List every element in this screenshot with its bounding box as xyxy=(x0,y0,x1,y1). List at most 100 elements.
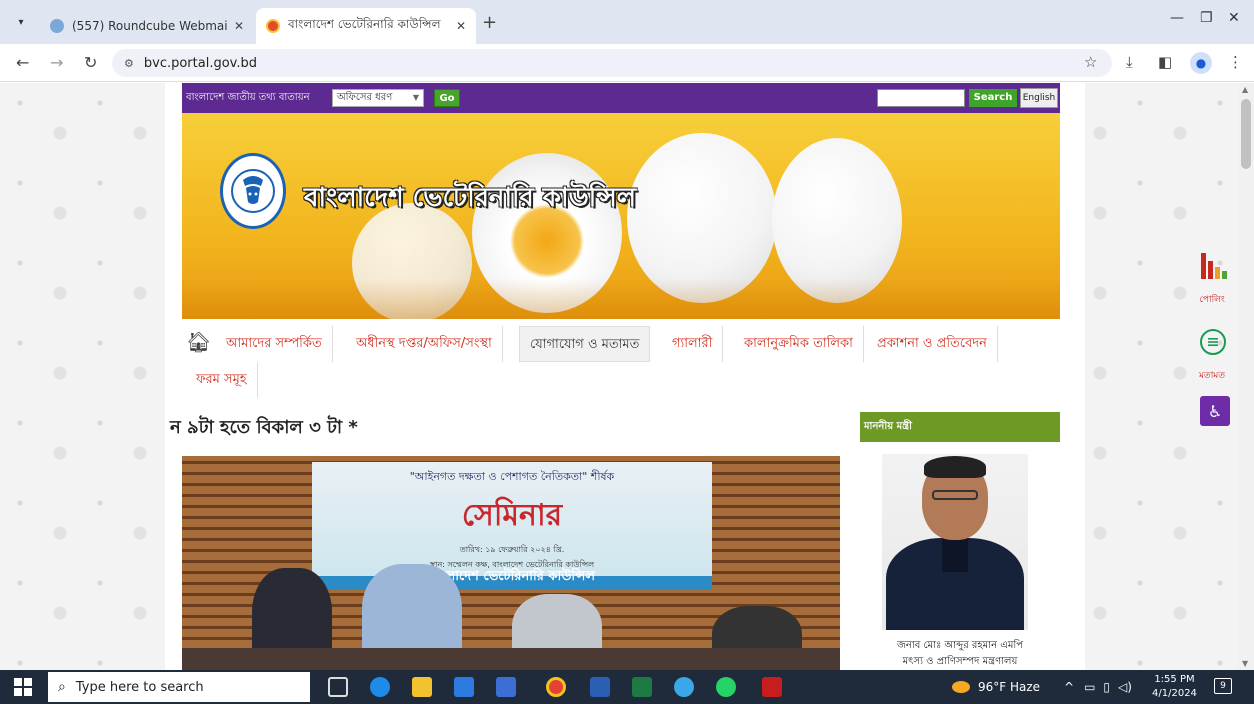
nav-forms[interactable]: ফরম সমূহ xyxy=(186,362,258,398)
new-tab-button[interactable]: + xyxy=(482,12,497,33)
feedback-chat-icon[interactable] xyxy=(1200,329,1226,355)
page-viewport: বাংলাদেশ জাতীয় তথ্য বাতায়ন অফিসের ধরণ … xyxy=(0,83,1254,670)
word-icon[interactable] xyxy=(590,677,610,697)
tab-roundcube[interactable]: (557) Roundcube Webmail :: Inb ✕ xyxy=(40,8,254,44)
site-info-icon[interactable]: ⚙ xyxy=(124,57,134,70)
windows-taskbar: ⌕ Type here to search 96°F Haze ^ ▭ ▯ ◁)… xyxy=(0,670,1254,704)
profile-avatar-icon[interactable]: ● xyxy=(1190,52,1212,74)
system-tray[interactable]: ^ ▭ ▯ ◁) xyxy=(1064,670,1132,704)
whatsapp-icon[interactable] xyxy=(716,677,736,697)
accessibility-icon[interactable]: ♿︎ xyxy=(1200,396,1230,426)
bvc-favicon-icon xyxy=(266,19,280,33)
nav-contact-feedback[interactable]: যোগাযোগ ও মতামত xyxy=(519,326,651,362)
excel-icon[interactable] xyxy=(632,677,652,697)
tab-bvc[interactable]: বাংলাদেশ ভেটেরিনারি কাউন্সিল ✕ xyxy=(256,8,476,44)
banner-shadow xyxy=(182,279,1060,319)
seminar-banner: "আইনগত দক্ষতা ও পেশাগত নৈতিকতা" শীর্ষক স… xyxy=(312,462,712,590)
tab-search-chevron-icon[interactable]: ▾ xyxy=(8,9,34,35)
url-text: bvc.portal.gov.bd xyxy=(143,55,257,71)
side-panel-icon[interactable]: ◧ xyxy=(1158,53,1172,71)
nav-publications-reports[interactable]: প্রকাশনা ও প্রতিবেদন xyxy=(867,326,998,362)
scroll-up-icon[interactable]: ▲ xyxy=(1242,85,1248,94)
dropdown-arrow-icon: ▼ xyxy=(412,93,419,102)
poll-bar-chart-icon[interactable] xyxy=(1200,251,1228,279)
conference-table xyxy=(182,648,840,670)
main-navigation: 🏠︎ আমাদের সম্পর্কিত অধীনস্থ দপ্তর/অফিস/স… xyxy=(182,326,1028,404)
store-icon[interactable] xyxy=(496,677,516,697)
header-banner: বাংলাদেশ ভেটেরিনারি কাউন্সিল xyxy=(182,113,1060,319)
nav-chronological-list[interactable]: কালানুক্রমিক তালিকা xyxy=(734,326,864,362)
taskbar-clock[interactable]: 1:55 PM 4/1/2024 xyxy=(1152,673,1197,701)
bijoy-icon[interactable] xyxy=(762,677,782,697)
back-arrow-icon[interactable]: ← xyxy=(16,53,29,72)
nav-gallery[interactable]: গ্যালারী xyxy=(662,326,724,362)
chevron-up-icon[interactable]: ^ xyxy=(1064,680,1074,694)
go-button[interactable]: Go xyxy=(434,89,460,107)
file-explorer-icon[interactable] xyxy=(412,677,432,697)
home-icon[interactable]: 🏠︎ xyxy=(186,330,211,354)
council-emblem-logo[interactable] xyxy=(220,153,286,229)
national-portal-link[interactable]: বাংলাদেশ জাতীয় তথ্য বাতায়ন xyxy=(186,90,310,107)
photo-collar xyxy=(942,538,968,572)
portal-top-strip: বাংলাদেশ জাতীয় তথ্য বাতায়ন অফিসের ধরণ … xyxy=(182,83,1060,113)
taskbar-search-box[interactable]: ⌕ Type here to search xyxy=(48,672,310,702)
office-select-value: অফিসের ধরণ xyxy=(337,92,393,103)
search-placeholder: Type here to search xyxy=(75,679,204,695)
address-bar[interactable]: ⚙ bvc.portal.gov.bd xyxy=(112,49,1112,77)
menu-kebab-icon[interactable]: ⋮ xyxy=(1228,53,1243,71)
network-icon[interactable]: ▭ xyxy=(1084,680,1095,694)
floating-widgets: পোলিং মতামত ♿︎ xyxy=(1190,83,1234,670)
minimize-icon[interactable]: — xyxy=(1170,10,1184,26)
search-button[interactable]: Search xyxy=(969,89,1017,107)
minister-box: মাননীয় মন্ত্রী জনাব মোঃ আব্দুর রহমান এম… xyxy=(860,412,1060,670)
bookmark-star-icon[interactable]: ☆ xyxy=(1084,53,1097,71)
page-scrollbar[interactable]: ▲ ▼ xyxy=(1238,83,1254,670)
windows-start-icon[interactable] xyxy=(14,678,32,696)
photo-glasses xyxy=(932,490,978,500)
browser-toolbar: ← → ↻ ⚙ bvc.portal.gov.bd ☆ ⤓ ◧ ● ⋮ xyxy=(0,44,1254,82)
notification-center-icon[interactable]: 9 xyxy=(1214,678,1232,694)
edge-icon[interactable] xyxy=(370,677,390,697)
organization-title: বাংলাদেশ ভেটেরিনারি কাউন্সিল xyxy=(304,183,637,213)
seminar-topic: "আইনগত দক্ষতা ও পেশাগত নৈতিকতা" শীর্ষক xyxy=(409,470,615,483)
close-tab-icon[interactable]: ✕ xyxy=(456,19,466,33)
forward-arrow-icon[interactable]: → xyxy=(50,53,63,72)
seminar-slideshow-image[interactable]: "আইনগত দক্ষতা ও পেশাগত নৈতিকতা" শীর্ষক স… xyxy=(182,456,840,670)
minister-heading: মাননীয় মন্ত্রী xyxy=(860,412,1060,442)
browser-tab-bar: ▾ (557) Roundcube Webmail :: Inb ✕ বাংলা… xyxy=(0,0,1254,44)
haze-weather-icon xyxy=(952,681,970,693)
weather-widget[interactable]: 96°F Haze xyxy=(952,670,1040,704)
office-type-select[interactable]: অফিসের ধরণ ▼ xyxy=(332,89,424,107)
english-language-button[interactable]: English xyxy=(1020,88,1058,108)
volume-icon[interactable]: ◁) xyxy=(1118,680,1132,694)
tab-title: (557) Roundcube Webmail :: Inb xyxy=(72,19,228,33)
nav-about-us[interactable]: আমাদের সম্পর্কিত xyxy=(216,326,333,362)
poll-label[interactable]: পোলিং xyxy=(1190,292,1234,307)
weather-text: 96°F Haze xyxy=(978,680,1041,694)
close-tab-icon[interactable]: ✕ xyxy=(234,19,244,33)
seminar-date: তারিখ: ১৯ ফেব্রুয়ারি ২০২৪ খ্রি. xyxy=(459,545,565,554)
seminar-headline: সেমিনার xyxy=(461,498,563,533)
app-icon[interactable] xyxy=(674,677,694,697)
photo-hair xyxy=(924,456,986,478)
scroll-thumb[interactable] xyxy=(1241,99,1251,169)
clock-date: 4/1/2024 xyxy=(1152,688,1197,699)
battery-icon[interactable]: ▯ xyxy=(1103,680,1110,694)
site-search-input[interactable] xyxy=(877,89,965,107)
task-view-icon[interactable] xyxy=(328,677,348,697)
minister-photo[interactable] xyxy=(882,454,1028,630)
reload-icon[interactable]: ↻ xyxy=(84,53,97,72)
ministry-name: মৎস্য ও প্রাণিসম্পদ মন্ত্রণালয় xyxy=(902,656,1018,667)
minister-name[interactable]: জনাব মোঃ আব্দুর রহমান এমপি xyxy=(860,638,1060,655)
portal-page: বাংলাদেশ জাতীয় তথ্য বাতায়ন অফিসের ধরণ … xyxy=(165,83,1085,670)
restore-icon[interactable]: ❐ xyxy=(1200,10,1213,26)
download-icon[interactable]: ⤓ xyxy=(1126,53,1133,71)
scroll-down-icon[interactable]: ▼ xyxy=(1242,659,1248,668)
mail-icon[interactable] xyxy=(454,677,474,697)
clock-time: 1:55 PM xyxy=(1154,674,1195,685)
chrome-icon[interactable] xyxy=(546,677,566,697)
close-window-icon[interactable]: ✕ xyxy=(1228,10,1240,26)
roundcube-favicon-icon xyxy=(50,19,64,33)
nav-subordinate-offices[interactable]: অধীনস্থ দপ্তর/অফিস/সংস্থা xyxy=(346,326,503,362)
feedback-label[interactable]: মতামত xyxy=(1190,368,1234,383)
